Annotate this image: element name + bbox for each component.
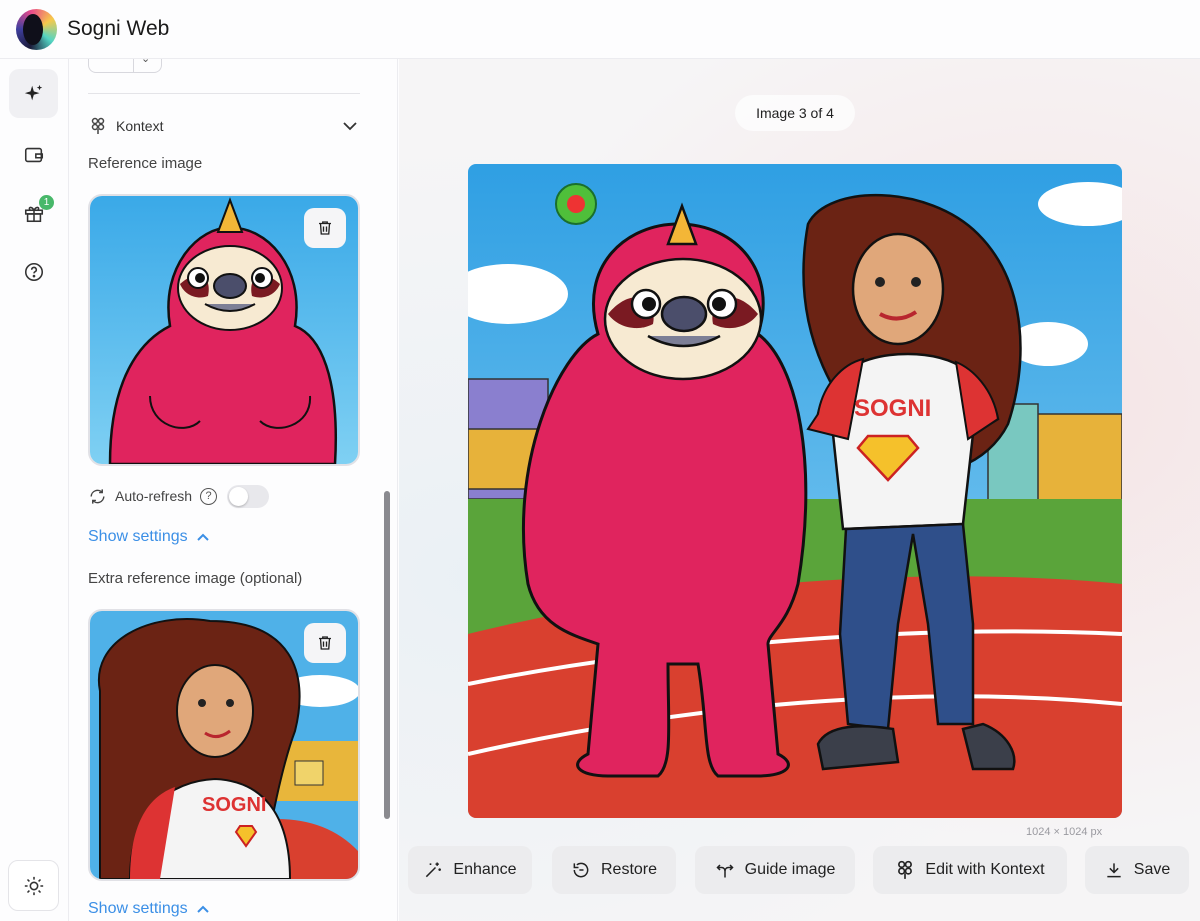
generated-image-illustration: SOGNI: [468, 164, 1122, 818]
help-nav-button[interactable]: [9, 247, 58, 296]
auto-refresh-label: Auto-refresh: [115, 488, 193, 504]
kontext-icon: [88, 116, 108, 136]
show-settings-label: Show settings: [88, 528, 188, 545]
rewards-badge: 1: [39, 195, 54, 210]
generate-nav-button[interactable]: [9, 69, 58, 118]
sun-icon: [24, 876, 43, 895]
chevron-down-icon[interactable]: ⌄: [141, 59, 150, 65]
sogni-logo[interactable]: [16, 8, 57, 50]
restore-button[interactable]: Restore: [552, 846, 676, 894]
save-button[interactable]: Save: [1085, 846, 1189, 894]
guide-image-button[interactable]: Guide image: [695, 846, 855, 894]
show-settings-link-2[interactable]: Show settings: [88, 900, 210, 918]
image-viewer: Image 3 of 4 SOGNI 1024 × 1024 px Enhanc…: [399, 59, 1200, 921]
top-bar: Sogni Web: [0, 0, 1200, 59]
image-counter: Image 3 of 4: [735, 95, 855, 131]
rewards-nav-button[interactable]: 1: [9, 188, 58, 237]
count-stepper[interactable]: ⌄: [88, 59, 162, 73]
kontext-label: Kontext: [116, 118, 164, 134]
remove-reference-button[interactable]: [304, 208, 346, 248]
auto-refresh-row: Auto-refresh ?: [88, 483, 270, 509]
svg-text:SOGNI: SOGNI: [854, 395, 931, 422]
settings-panel: ⌄ Kontext Reference image Auto-refresh ?…: [70, 59, 398, 921]
theme-toggle-button[interactable]: [8, 860, 59, 911]
auto-refresh-toggle[interactable]: [227, 484, 270, 508]
wallet-nav-button[interactable]: [9, 130, 58, 179]
icon-rail: 1: [0, 59, 69, 921]
trash-icon: [319, 636, 331, 650]
extra-reference-label: Extra reference image (optional): [88, 570, 303, 587]
chevron-down-icon[interactable]: [340, 116, 360, 136]
app-title: Sogni Web: [67, 17, 170, 40]
chevron-up-icon: [196, 533, 209, 541]
svg-text:SOGNI: SOGNI: [202, 794, 266, 816]
guide-arrows-icon: [716, 864, 734, 878]
kontext-section-header[interactable]: Kontext: [88, 114, 360, 138]
panel-scrollbar[interactable]: [384, 491, 390, 819]
magic-wand-icon: [426, 862, 442, 878]
sparkles-icon: [24, 84, 42, 100]
image-dimensions: 1024 × 1024 px: [1026, 826, 1103, 838]
help-icon[interactable]: ?: [200, 487, 218, 505]
section-divider: [88, 93, 360, 94]
reference-image-card[interactable]: [88, 194, 360, 466]
enhance-label: Enhance: [453, 861, 517, 878]
trash-icon: [319, 221, 331, 235]
show-settings-label: Show settings: [88, 900, 188, 917]
refresh-icon: [90, 488, 105, 504]
enhance-button[interactable]: Enhance: [408, 846, 532, 894]
restore-label: Restore: [600, 861, 658, 878]
wallet-icon: [24, 147, 43, 162]
chevron-up-icon: [196, 905, 209, 913]
guide-image-label: Guide image: [744, 861, 836, 878]
show-settings-link-1[interactable]: Show settings: [88, 528, 210, 546]
download-icon: [1107, 863, 1121, 878]
stepper-divider: [133, 59, 134, 72]
save-label: Save: [1133, 861, 1171, 878]
help-circle-icon: [24, 262, 43, 281]
remove-extra-reference-button[interactable]: [304, 623, 346, 663]
kontext-icon: [898, 860, 913, 879]
edit-with-kontext-button[interactable]: Edit with Kontext: [873, 846, 1067, 894]
reference-image-label: Reference image: [88, 155, 203, 172]
edit-with-kontext-label: Edit with Kontext: [925, 861, 1045, 878]
restore-icon: [573, 862, 589, 878]
generated-image[interactable]: SOGNI: [468, 164, 1122, 818]
extra-reference-image-card[interactable]: SOGNI: [88, 609, 360, 881]
